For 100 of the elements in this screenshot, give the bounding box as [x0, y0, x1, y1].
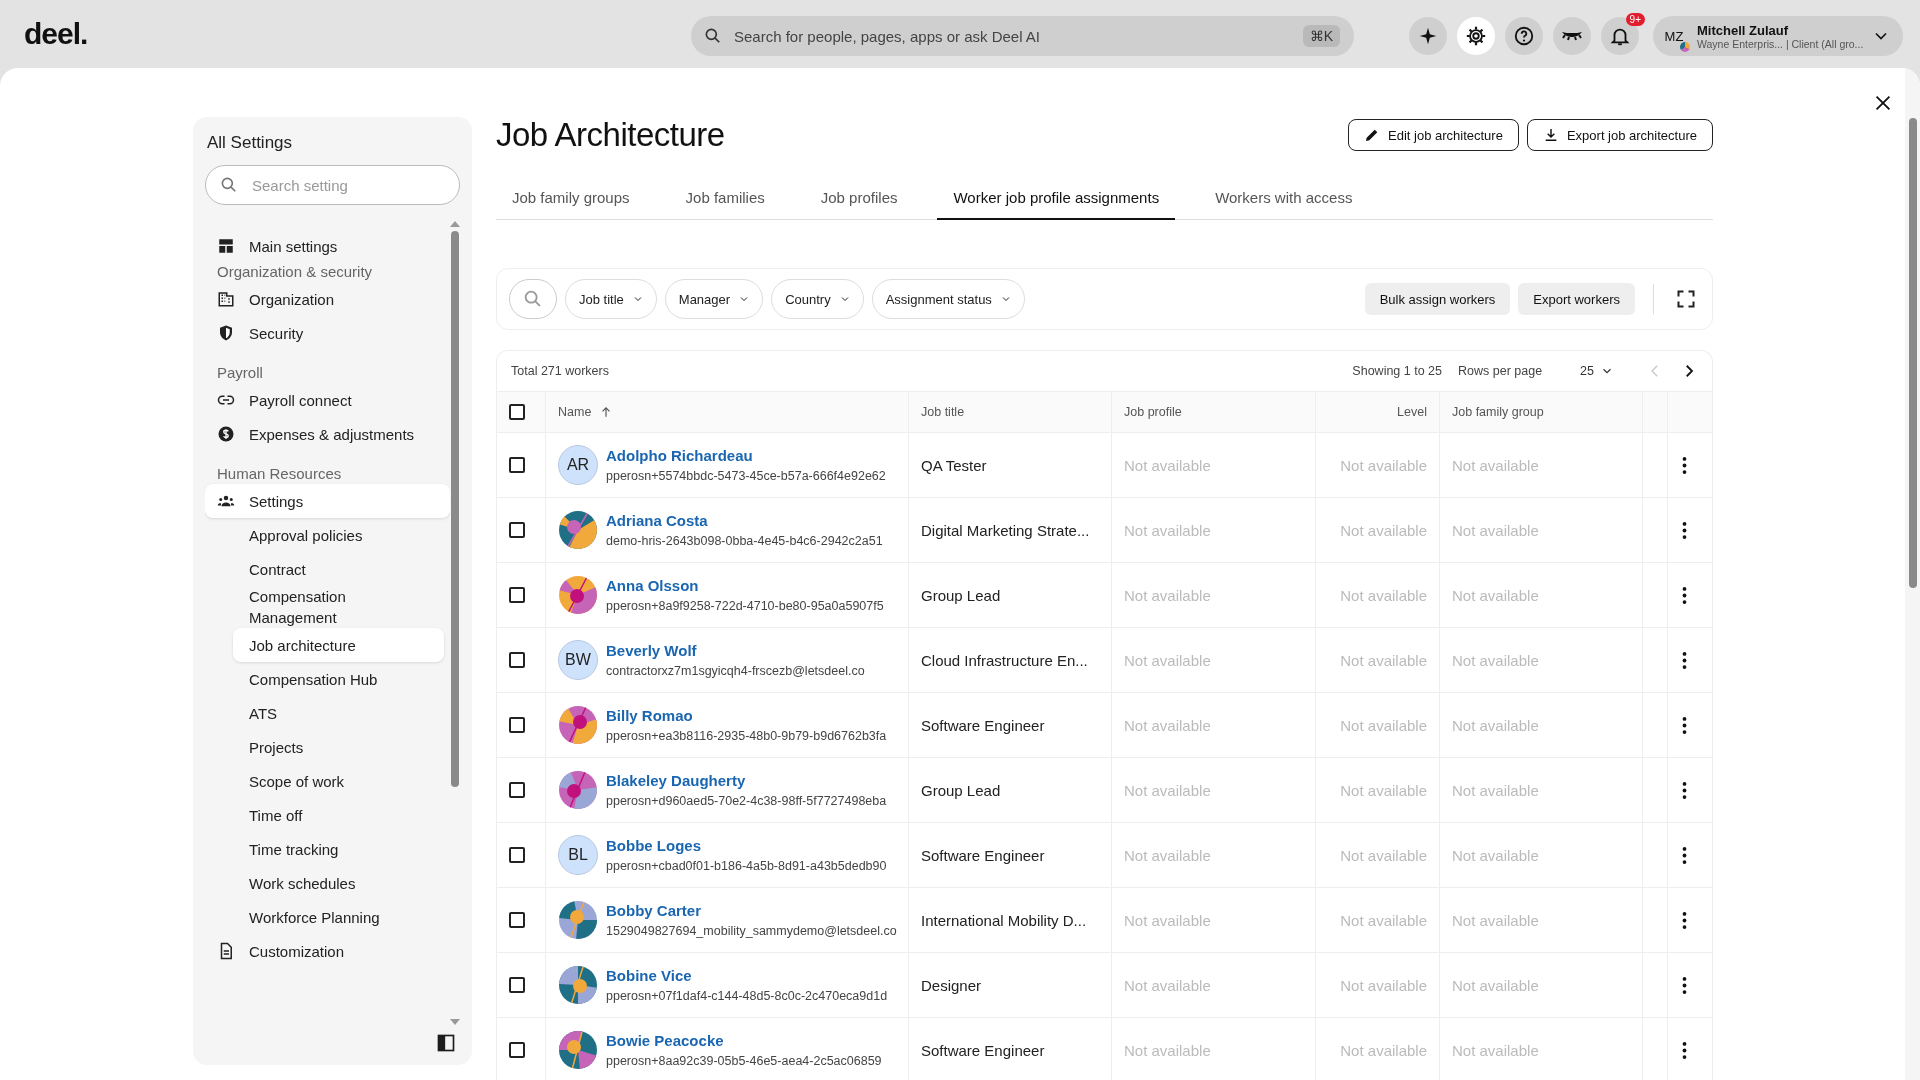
- worker-name-link[interactable]: Bobine Vice: [606, 967, 888, 984]
- table-cell: Not available: [1452, 716, 1539, 734]
- tab[interactable]: Job families: [669, 177, 781, 220]
- column-header[interactable]: Level: [1397, 405, 1427, 419]
- row-actions-button[interactable]: [1682, 781, 1687, 799]
- scrollbar[interactable]: [450, 221, 460, 1025]
- sidebar-subitem[interactable]: Approval policies: [233, 518, 444, 552]
- export-button[interactable]: Export workers: [1518, 283, 1635, 315]
- sidebar-item[interactable]: Main settings: [205, 229, 450, 263]
- table-cell: Digital Marketing Strate...: [921, 521, 1090, 539]
- table-cell: Not available: [1452, 456, 1539, 474]
- tab[interactable]: Job profiles: [804, 177, 914, 220]
- worker-email: pperosn+cbad0f01-b186-4a5b-8d91-a43b5dedb90: [606, 859, 887, 873]
- more-icon: [1682, 586, 1687, 604]
- worker-name-link[interactable]: Bowie Peacocke: [606, 1032, 882, 1049]
- row-actions-button[interactable]: [1682, 521, 1687, 539]
- worker-name-link[interactable]: Billy Romao: [606, 707, 887, 724]
- filter-dropdown[interactable]: Manager: [664, 279, 764, 319]
- section-heading: Payroll: [216, 363, 264, 383]
- row-actions-button[interactable]: [1682, 846, 1687, 864]
- dollar-icon: [217, 425, 235, 443]
- row-actions-button[interactable]: [1682, 911, 1687, 929]
- worker-name-link[interactable]: Bobby Carter: [606, 902, 897, 919]
- column-header[interactable]: Job family group: [1452, 405, 1544, 419]
- row-checkbox[interactable]: [509, 587, 525, 603]
- table-cell: Cloud Infrastructure En...: [921, 651, 1088, 669]
- sidebar-item[interactable]: Customization: [205, 934, 450, 968]
- row-checkbox[interactable]: [509, 717, 525, 733]
- table-cell: Not available: [1452, 976, 1539, 994]
- tab[interactable]: Job family groups: [496, 177, 646, 220]
- row-checkbox[interactable]: [509, 457, 525, 473]
- row-checkbox[interactable]: [509, 522, 525, 538]
- sidebar-subitem[interactable]: Compensation Hub: [233, 662, 444, 696]
- row-actions-button[interactable]: [1682, 716, 1687, 734]
- row-actions-button[interactable]: [1682, 456, 1687, 474]
- table-cell: Not available: [1340, 521, 1427, 539]
- search-button[interactable]: [509, 279, 557, 319]
- worker-name-link[interactable]: Beverly Wolf: [606, 642, 865, 659]
- worker-name-link[interactable]: Anna Olsson: [606, 577, 884, 594]
- sidebar-item[interactable]: Security: [205, 316, 450, 350]
- table-cell: Not available: [1452, 846, 1539, 864]
- row-checkbox[interactable]: [509, 977, 525, 993]
- filter-dropdown[interactable]: Job title: [565, 279, 657, 319]
- table-cell: Not available: [1124, 976, 1211, 994]
- worker-email: pperosn+ea3b8116-2935-48b0-9b79-b9d6762b3fa: [606, 729, 887, 743]
- privacy-button[interactable]: [1553, 17, 1591, 55]
- select-all-checkbox[interactable]: [509, 404, 525, 420]
- sidebar-subitem[interactable]: Time off: [233, 798, 444, 832]
- sidebar-item[interactable]: Organization: [205, 282, 450, 316]
- sidebar-subitem[interactable]: Projects: [233, 730, 444, 764]
- sidebar-subitem[interactable]: Work schedules: [233, 866, 444, 900]
- sidebar-item[interactable]: Settings: [205, 484, 450, 518]
- sidebar-subitem[interactable]: Contract: [233, 552, 444, 586]
- row-checkbox[interactable]: [509, 912, 525, 928]
- worker-name-link[interactable]: Adriana Costa: [606, 512, 883, 529]
- filter-dropdown[interactable]: Country: [771, 279, 864, 319]
- worker-name-link[interactable]: Blakeley Daugherty: [606, 772, 887, 789]
- settings-button[interactable]: [1457, 17, 1495, 55]
- row-actions-button[interactable]: [1682, 586, 1687, 604]
- sidebar-subitem[interactable]: Workforce Planning: [233, 900, 444, 934]
- search-field[interactable]: Search setting: [205, 165, 460, 205]
- sidebar-subitem[interactable]: Job architecture: [233, 628, 444, 662]
- page-title: Job Architecture: [496, 116, 725, 154]
- page-scrollbar[interactable]: [1905, 68, 1920, 1080]
- sidebar-subitem[interactable]: Compensation Management: [233, 586, 444, 628]
- row-checkbox[interactable]: [509, 782, 525, 798]
- row-checkbox[interactable]: [509, 847, 525, 863]
- help-button[interactable]: [1505, 17, 1543, 55]
- sidebar-item[interactable]: Expenses & adjustments: [205, 417, 450, 451]
- column-header[interactable]: Job profile: [1124, 405, 1182, 419]
- sidebar-item[interactable]: Payroll connect: [205, 383, 450, 417]
- row-checkbox[interactable]: [509, 1042, 525, 1058]
- more-icon: [1682, 911, 1687, 929]
- bulk-assign-button[interactable]: Bulk assign workers: [1364, 283, 1511, 315]
- export-button[interactable]: Export job architecture: [1526, 119, 1713, 151]
- filter-dropdown[interactable]: Assignment status: [871, 279, 1025, 319]
- tab[interactable]: Worker job profile assignments: [937, 177, 1176, 220]
- sidebar-toggle-icon[interactable]: [436, 1033, 456, 1053]
- sidebar-subitem[interactable]: ATS: [233, 696, 444, 730]
- row-actions-button[interactable]: [1682, 651, 1687, 669]
- table-cell: Not available: [1124, 1041, 1211, 1059]
- worker-email: pperosn+5574bbdc-5473-45ce-b57a-666f4e92e62: [606, 469, 886, 483]
- column-header[interactable]: Job title: [921, 405, 965, 419]
- user-menu[interactable]: MZ Mitchell Zulauf Wayne Enterpris... | Client (All gro...: [1653, 16, 1904, 56]
- tab[interactable]: Workers with access: [1199, 177, 1369, 220]
- row-checkbox[interactable]: [509, 652, 525, 668]
- sidebar-subitem[interactable]: Time tracking: [233, 832, 444, 866]
- more-icon: [1682, 716, 1687, 734]
- edit-button[interactable]: Edit job architecture: [1348, 119, 1519, 151]
- column-header[interactable]: Name: [558, 405, 614, 419]
- notifications-button[interactable]: [1601, 17, 1639, 55]
- table-cell: Not available: [1340, 781, 1427, 799]
- worker-name-link[interactable]: Adolpho Richardeau: [606, 447, 886, 464]
- rows-per-page-select[interactable]: 25: [1574, 363, 1620, 379]
- ai-button[interactable]: [1409, 17, 1447, 55]
- deel-logo[interactable]: deel.: [24, 17, 88, 51]
- sidebar-subitem[interactable]: Scope of work: [233, 764, 444, 798]
- row-actions-button[interactable]: [1682, 976, 1687, 994]
- worker-name-link[interactable]: Bobbe Loges: [606, 837, 887, 854]
- row-actions-button[interactable]: [1682, 1041, 1687, 1059]
